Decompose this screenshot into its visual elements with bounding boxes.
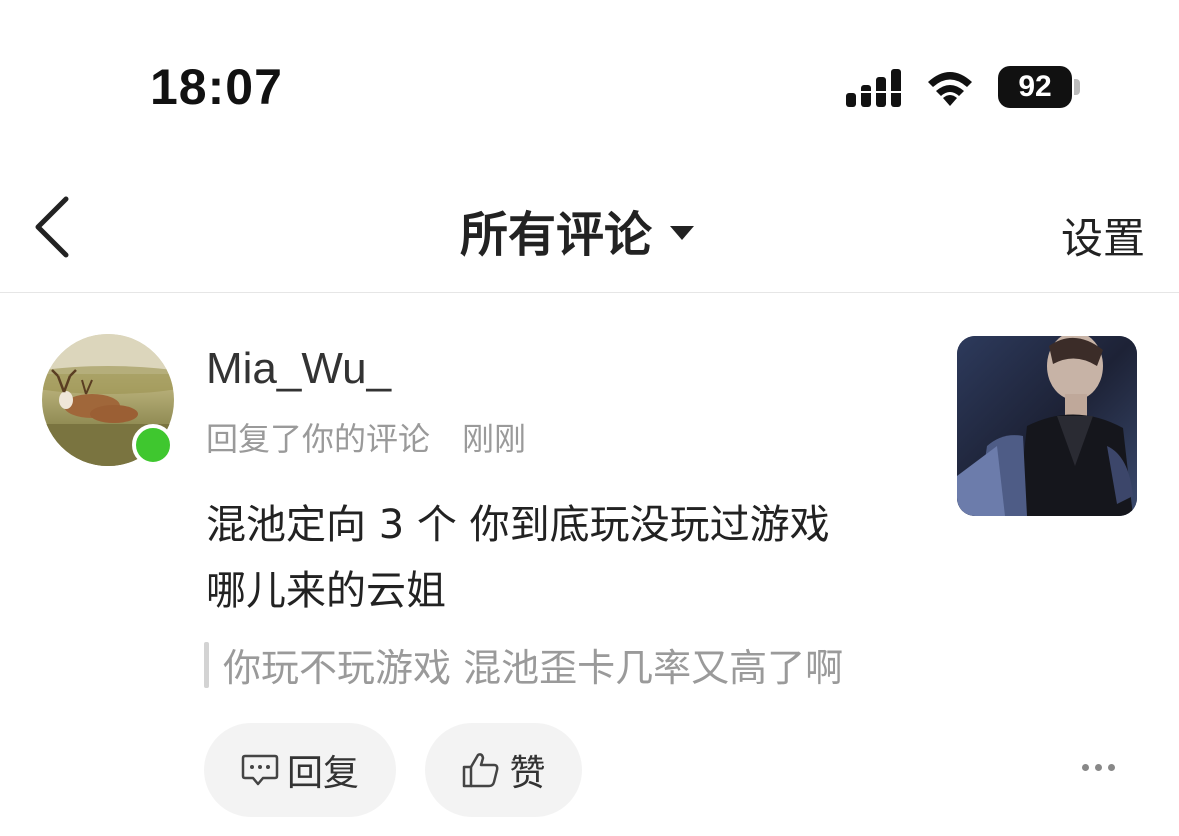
back-icon[interactable] [30, 195, 74, 259]
thumbs-up-icon [463, 753, 499, 788]
header-divider [0, 292, 1179, 293]
comment-content[interactable]: 混池定向 3 个 你到底玩没玩过游戏 哪儿来的云姐 [206, 492, 926, 624]
reply-label: 回复 [286, 753, 359, 794]
post-thumbnail[interactable] [957, 336, 1137, 516]
comment-filter-dropdown[interactable]: 所有评论 [460, 195, 695, 265]
quoted-comment[interactable]: 你玩不玩游戏 混池歪卡几率又高了啊 [204, 637, 843, 692]
online-status-dot [132, 424, 174, 466]
comment-meta: 回复了你的评论 刚刚 [206, 414, 526, 460]
battery-level: 92 [998, 66, 1072, 108]
comment-icon [241, 754, 279, 786]
like-label: 赞 [509, 753, 546, 794]
wifi-icon [928, 72, 972, 106]
comment-timestamp: 刚刚 [462, 420, 527, 458]
battery-cap [1074, 79, 1080, 95]
page-title: 所有评论 [460, 207, 653, 263]
settings-button[interactable]: 设置 [1061, 205, 1145, 266]
comment-action-text: 回复了你的评论 [206, 420, 431, 458]
more-dot [1095, 764, 1102, 771]
more-icon[interactable] [1082, 764, 1115, 771]
like-button[interactable]: 赞 [425, 723, 582, 817]
reply-button[interactable]: 回复 [204, 723, 396, 817]
quoted-comment-text: 你玩不玩游戏 混池歪卡几率又高了啊 [223, 646, 844, 690]
signal-icon [846, 69, 901, 107]
battery-icon: 92 [998, 66, 1082, 110]
caret-down-icon [670, 226, 695, 240]
comment-username[interactable]: Mia_Wu_ [206, 344, 391, 394]
status-time: 18:07 [150, 59, 283, 115]
comment-content-line: 混池定向 3 个 你到底玩没玩过游戏 [206, 502, 830, 548]
more-dot [1108, 764, 1115, 771]
thumbnail-image [957, 336, 1137, 516]
more-dot [1082, 764, 1089, 771]
comment-content-line: 哪儿来的云姐 [206, 568, 446, 614]
quote-bar [204, 641, 209, 688]
